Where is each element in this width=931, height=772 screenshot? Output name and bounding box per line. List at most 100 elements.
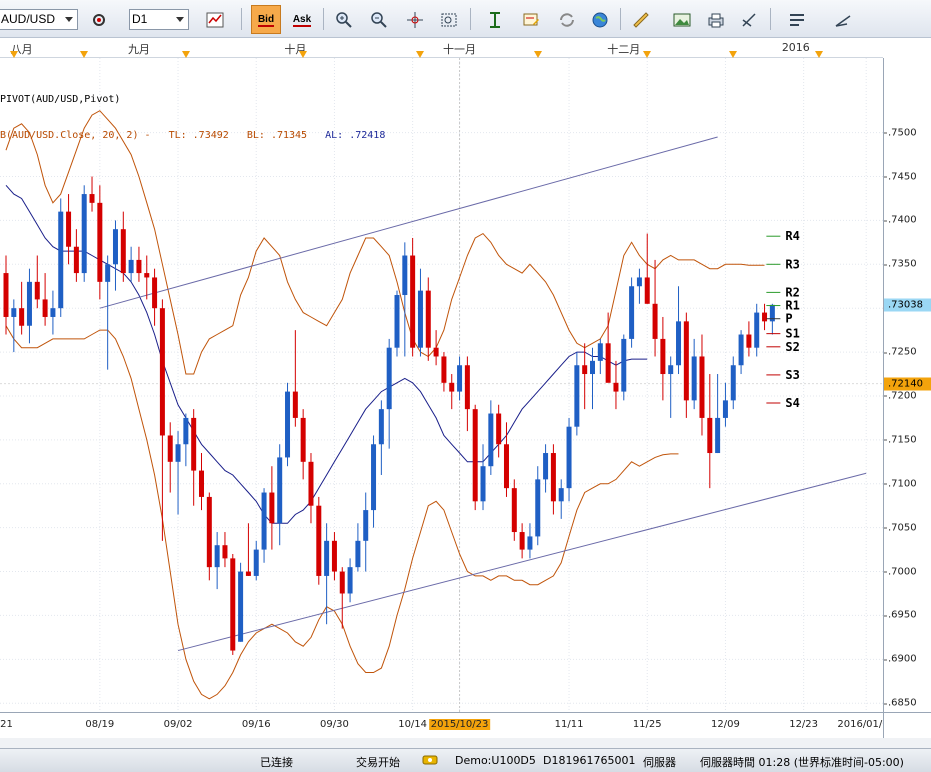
current-price-tag: .73038 — [884, 298, 931, 312]
alert-button[interactable] — [516, 5, 546, 34]
candle — [238, 562, 244, 642]
month-label: 2016 — [781, 41, 810, 54]
candle — [417, 268, 423, 357]
candle — [441, 352, 447, 392]
candle — [464, 356, 470, 432]
candle-body — [433, 347, 439, 357]
globe-icon — [592, 12, 608, 27]
vertical-line-button[interactable] — [480, 5, 510, 34]
globe-button[interactable] — [585, 5, 615, 34]
candle — [480, 444, 486, 511]
candle-body — [402, 255, 408, 296]
candle-body — [417, 290, 423, 348]
candle-body — [339, 571, 345, 594]
price-tick-label: .7400 — [884, 214, 917, 226]
ruler-button[interactable] — [626, 5, 656, 34]
candle-body — [73, 246, 79, 274]
screenshot-button[interactable] — [667, 5, 697, 34]
candle-body — [550, 453, 556, 502]
event-marker-icon[interactable] — [815, 51, 824, 58]
candle-body — [152, 277, 158, 309]
candle — [285, 382, 291, 467]
candle — [394, 290, 400, 357]
candle — [488, 400, 494, 475]
candle — [34, 255, 40, 309]
candle-body — [230, 558, 236, 651]
candle — [316, 496, 322, 585]
symbol-select[interactable]: AUD/USD — [0, 9, 78, 30]
toolbar-separator — [241, 8, 242, 30]
month-label: 十一月 — [443, 43, 477, 56]
candle — [691, 338, 697, 410]
zoom-rectangle-button[interactable] — [434, 5, 464, 34]
candle — [644, 233, 650, 304]
candle — [11, 299, 17, 353]
event-marker-icon[interactable] — [729, 51, 738, 58]
event-marker-icon[interactable] — [643, 51, 652, 58]
candle-body — [621, 338, 627, 392]
event-marker-icon[interactable] — [80, 51, 89, 58]
candle — [597, 338, 603, 375]
event-marker-icon[interactable] — [299, 51, 308, 58]
event-marker-icon[interactable] — [416, 51, 425, 58]
candle-body — [472, 409, 478, 502]
draw-tools-icon — [742, 12, 756, 27]
price-axis[interactable]: .7500.7450.7400.7350.7300.7250.7200.7150… — [883, 58, 931, 712]
candle — [230, 553, 236, 655]
candle — [730, 356, 736, 410]
candle-body — [738, 334, 744, 366]
template-button[interactable] — [782, 5, 812, 34]
candle — [50, 290, 56, 335]
crosshair-button[interactable] — [400, 5, 430, 34]
bid-button[interactable]: Bid — [251, 5, 281, 34]
print-button[interactable] — [701, 5, 731, 34]
candle-body — [167, 435, 173, 462]
indicator-legend: PIVOT(AUD/USD,Pivot) B(AUD/USD.Close, 20… — [0, 70, 385, 154]
zoom-out-button[interactable] — [364, 5, 394, 34]
ask-button[interactable]: Ask — [287, 5, 317, 34]
refresh-button[interactable] — [552, 5, 582, 34]
candle — [245, 523, 251, 576]
price-tick-label: .7350 — [884, 258, 917, 270]
al-price-tag: .72140 — [884, 377, 931, 391]
price-tick-label: .7200 — [884, 390, 917, 402]
pivot-label-r2: R2 — [785, 285, 799, 299]
candle-body — [699, 356, 705, 418]
event-marker-icon[interactable] — [9, 51, 18, 58]
cursor-settings-button[interactable] — [84, 5, 114, 34]
candle-body — [590, 360, 595, 375]
toolbar-separator — [770, 8, 771, 30]
trend-line-icon — [835, 14, 851, 27]
trend-channel[interactable] — [99, 136, 867, 652]
date-axis[interactable]: 15/07/21 08/19 09/02 09/16 09/30 10/142015/10… — [0, 712, 895, 738]
pivot-label-r3: R3 — [785, 257, 799, 271]
draw-tools-button[interactable] — [734, 5, 764, 34]
price-chart[interactable]: R4 R3 R2R1PS1S2 S3 S4 — [0, 58, 883, 712]
month-label: 九月 — [127, 43, 150, 56]
pivot-label-r4: R4 — [785, 229, 799, 243]
crosshair-icon — [407, 11, 423, 28]
candle-body — [222, 545, 228, 559]
timeframe-select[interactable]: D1 — [129, 9, 189, 30]
date-tick-label: 09/16 — [241, 719, 271, 730]
price-tick-label: .7000 — [884, 566, 917, 578]
candle-body — [355, 540, 361, 568]
candle — [128, 246, 134, 282]
candle-body — [746, 334, 752, 348]
zoom-in-button[interactable] — [329, 5, 359, 34]
trend-line-button[interactable] — [828, 5, 858, 34]
event-marker-icon[interactable] — [181, 51, 190, 58]
server-time: 伺服器時間 01:28 (世界标准时间-05:00) — [700, 756, 904, 769]
candle-body — [715, 417, 721, 454]
event-marker-icon[interactable] — [533, 51, 542, 58]
candle — [715, 374, 721, 454]
candle — [629, 277, 635, 348]
vertical-line-icon — [490, 11, 500, 28]
candle — [167, 422, 173, 493]
candle — [683, 312, 689, 418]
candle-body — [652, 303, 658, 339]
candle-body — [277, 457, 283, 524]
chart-toolbar: AUD/USD D1 Bid Ask — [0, 0, 931, 38]
candle — [613, 360, 619, 410]
indicator-chart-button[interactable] — [200, 5, 230, 34]
